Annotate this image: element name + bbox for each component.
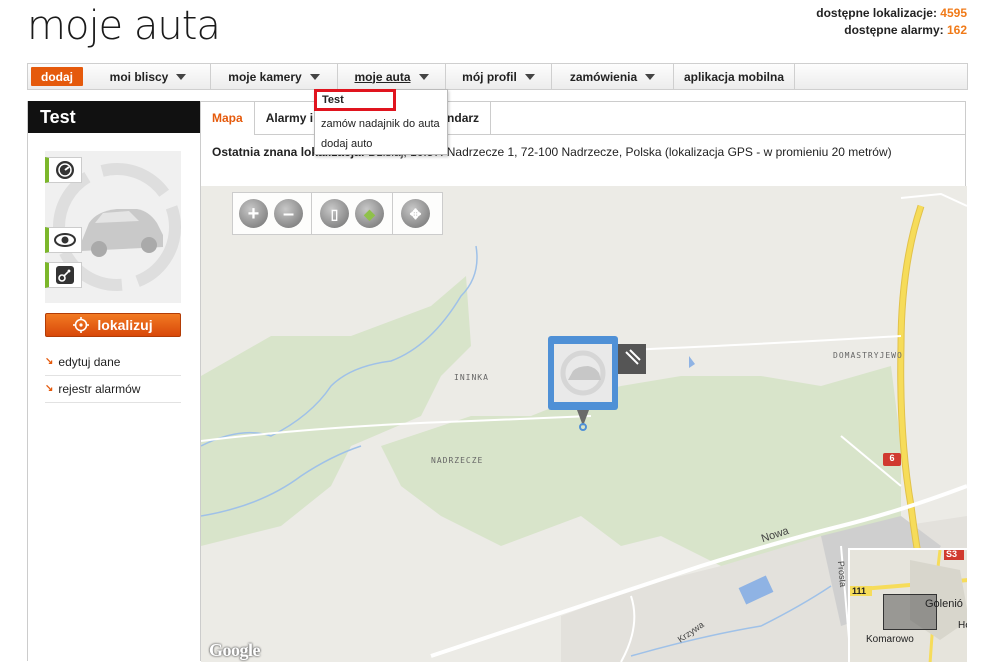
main-content: Mapa Alarmy i ne Kalendarz Ostatnia znan… bbox=[200, 101, 967, 662]
vehicle-panel: Test lokalizuj ↘ edytuj dane ↘ rejestr ala… bbox=[27, 101, 200, 661]
chevron-down-icon bbox=[645, 73, 656, 80]
country-view-button[interactable]: ▯ bbox=[320, 199, 349, 228]
nav-moj-profil[interactable]: mój profil bbox=[446, 64, 552, 89]
country-map-icon: ▯ bbox=[330, 205, 339, 222]
key-icon bbox=[56, 266, 74, 284]
alarms-count: 162 bbox=[946, 23, 967, 37]
arrow-bullet-icon: ↘ bbox=[45, 356, 54, 367]
alarms-stat: dostępne alarmy: 162 bbox=[844, 23, 967, 37]
key-button[interactable] bbox=[45, 262, 82, 288]
place-label: DOMASTRYJEWO bbox=[833, 351, 903, 360]
alarm-log-link[interactable]: ↘ rejestr alarmów bbox=[45, 376, 181, 403]
map-controls: + – ▯ ◆ ✥ bbox=[232, 192, 443, 235]
map[interactable]: + – ▯ ◆ ✥ ININKA NADRZECZE DOMASTRYJEWO … bbox=[201, 186, 967, 662]
google-logo: Google bbox=[209, 640, 261, 660]
edit-data-link[interactable]: ↘ edytuj dane bbox=[45, 349, 181, 376]
road-number-badge: 6 bbox=[889, 453, 895, 463]
add-button[interactable]: dodaj bbox=[31, 67, 83, 86]
place-label: He bbox=[958, 620, 967, 631]
pan-button[interactable]: ✥ bbox=[401, 199, 430, 228]
locations-stat: dostępne lokalizacje: 4595 bbox=[816, 6, 967, 20]
zoom-in-button[interactable]: + bbox=[239, 199, 268, 228]
speedometer-icon bbox=[56, 161, 74, 179]
overview-minimap[interactable]: 111 S3 Golenió Komarowo He bbox=[848, 548, 967, 662]
chevron-down-icon bbox=[176, 73, 187, 80]
chevron-down-icon bbox=[309, 73, 320, 80]
vehicle-marker[interactable] bbox=[548, 336, 646, 431]
locate-button[interactable]: lokalizuj bbox=[45, 313, 181, 337]
dropdown-item-test[interactable]: Test bbox=[314, 89, 396, 111]
place-label: NADRZECZE bbox=[431, 456, 484, 465]
region-view-button[interactable]: ◆ bbox=[355, 199, 384, 228]
main-nav: dodaj moi bliscy moje kamery moje auta m… bbox=[27, 63, 968, 90]
chevron-down-icon bbox=[418, 73, 429, 80]
dropdown-item-add-car[interactable]: dodaj auto bbox=[315, 134, 447, 154]
road-number-badge: 111 bbox=[852, 586, 867, 596]
controls-divider bbox=[392, 193, 393, 234]
move-arrows-icon: ✥ bbox=[409, 205, 422, 222]
car-pin-icon bbox=[548, 336, 646, 431]
locations-count: 4595 bbox=[940, 6, 967, 20]
arrow-bullet-icon: ↘ bbox=[45, 383, 54, 394]
nav-aplikacja-mobilna[interactable]: aplikacja mobilna bbox=[674, 64, 795, 89]
speed-button[interactable] bbox=[45, 157, 82, 183]
nav-moje-auta[interactable]: moje auta bbox=[338, 64, 446, 89]
nav-moi-bliscy[interactable]: moi bliscy bbox=[86, 64, 211, 89]
eye-icon bbox=[54, 233, 76, 247]
region-map-icon: ◆ bbox=[364, 205, 375, 222]
account-stats: dostępne lokalizacje: 4595 dostępne alar… bbox=[816, 5, 967, 39]
nav-zamowienia[interactable]: zamówienia bbox=[552, 64, 674, 89]
plus-icon: + bbox=[247, 202, 260, 225]
controls-divider bbox=[311, 193, 312, 234]
nav-moje-kamery[interactable]: moje kamery bbox=[211, 64, 338, 89]
road-number-badge: S3 bbox=[946, 549, 958, 559]
crosshair-icon bbox=[73, 317, 90, 333]
tab-mapa[interactable]: Mapa bbox=[201, 102, 255, 135]
road-label: Prosta bbox=[835, 560, 849, 588]
minus-icon: – bbox=[282, 202, 295, 225]
moje-auta-dropdown: Test zamów nadajnik do auta dodaj auto bbox=[314, 89, 448, 155]
view-button[interactable] bbox=[45, 227, 82, 253]
place-label: ININKA bbox=[454, 373, 489, 382]
place-label: Komarowo bbox=[866, 634, 914, 645]
chevron-down-icon bbox=[524, 73, 535, 80]
app-logo[interactable]: moje auta bbox=[27, 3, 221, 49]
place-label: Golenió bbox=[925, 598, 963, 610]
zoom-out-button[interactable]: – bbox=[274, 199, 303, 228]
vehicle-name: Test bbox=[28, 101, 200, 133]
dropdown-item-order-tracker[interactable]: zamów nadajnik do auta bbox=[315, 114, 447, 134]
